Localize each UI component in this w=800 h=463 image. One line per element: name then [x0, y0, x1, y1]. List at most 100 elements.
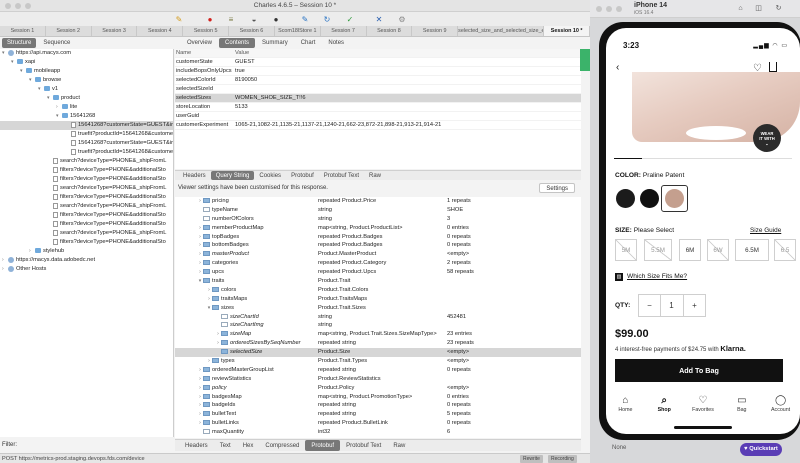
response-tab-protobuf-text[interactable]: Protobuf Text — [319, 171, 364, 180]
protobuf-row[interactable]: › memberProductMap map<string, Product.Pro… — [175, 224, 581, 233]
tree-item[interactable]: search?deviceType=PHONE&_shipFromL — [0, 229, 173, 238]
tree-item[interactable]: ▾ https://api.macys.com — [0, 49, 173, 58]
session-tab-7[interactable]: Scom18lStore 1 — [275, 26, 321, 36]
tree-item[interactable]: ▾ mobileapp — [0, 67, 173, 76]
tree-item[interactable]: truefit?productId=15641268&custome — [0, 148, 173, 157]
tree-item[interactable]: ▾ xapi — [0, 58, 173, 67]
query-param-row[interactable]: selectedSizeId — [175, 85, 581, 94]
home-icon[interactable]: ⌂ — [736, 4, 745, 13]
tab-account[interactable]: ◯ Account — [761, 391, 800, 421]
size-option-6-5m[interactable]: 6.5M — [735, 239, 769, 261]
tree-item[interactable]: › lite — [0, 103, 173, 112]
query-param-row[interactable]: userGuid — [175, 112, 581, 121]
tab-favorites[interactable]: ♡ Favorites — [684, 391, 723, 421]
protobuf-row[interactable]: › types Product.Trait.Types <empty> — [175, 357, 581, 366]
response-tab-query-string[interactable]: Query String — [210, 171, 255, 180]
format-tab-protobuf-text[interactable]: Protobuf Text — [340, 440, 387, 451]
protobuf-row[interactable]: maxQuantity int32 6 — [175, 428, 581, 437]
share-icon[interactable] — [769, 62, 777, 72]
protobuf-row[interactable]: sizeChartImg string — [175, 321, 581, 330]
protobuf-row[interactable]: numberOfColors string 3 — [175, 215, 581, 224]
broom-icon[interactable]: ✎ — [174, 14, 184, 24]
format-tab-hex[interactable]: Hex — [237, 440, 260, 451]
protobuf-row[interactable]: ▾ traits Product.Trait — [175, 277, 581, 286]
session-tab-3[interactable]: Session 3 — [92, 26, 138, 36]
tab-summary[interactable]: Summary — [256, 38, 294, 48]
color-swatch-black-1[interactable] — [616, 189, 635, 208]
turtle-icon[interactable]: ◒ — [249, 14, 259, 24]
format-tab-protobuf[interactable]: Protobuf — [305, 440, 341, 451]
tab-shop[interactable]: ⌕ Shop — [645, 391, 684, 421]
tab-structure[interactable]: Structure — [2, 38, 37, 48]
tree-item[interactable]: › Other Hosts — [0, 265, 173, 274]
protobuf-row[interactable]: › categories repeated Product.Category 2 re… — [175, 259, 581, 268]
tree-item[interactable]: › stylehub — [0, 247, 173, 256]
protobuf-row[interactable]: › upcs repeated Product.Upcs 58 repeats — [175, 268, 581, 277]
session-tab-9[interactable]: Session 8 — [367, 26, 413, 36]
protobuf-row[interactable]: › sizeMap map<string, Product.Trait.Sizes.… — [175, 330, 581, 339]
protobuf-row[interactable]: › policy Product.Policy <empty> — [175, 384, 581, 393]
color-swatch-praline[interactable] — [665, 189, 684, 208]
response-tab-cookies[interactable]: Cookies — [254, 171, 286, 180]
format-tab-compressed[interactable]: Compressed — [259, 440, 305, 451]
screenshot-icon[interactable]: ◫ — [754, 4, 763, 13]
tree-item[interactable]: filters?deviceType=PHONE&additionalSto — [0, 175, 173, 184]
session-tab-6[interactable]: Session 6 — [229, 26, 275, 36]
repeat-icon[interactable]: ↻ — [322, 14, 332, 24]
protobuf-row[interactable]: › badgesMap map<string, Product.PromotionT… — [175, 393, 581, 402]
tab-overview[interactable]: Overview — [181, 38, 218, 48]
protobuf-row[interactable]: › traitsMaps Product.TraitsMaps — [175, 295, 581, 304]
tree-item[interactable]: ▾ product — [0, 94, 173, 103]
quickstart-button[interactable]: ♥ Quickstart — [740, 443, 782, 456]
protobuf-row[interactable]: › badgeIds repeated string 0 repeats — [175, 401, 581, 410]
tree-item[interactable]: ▾ 15641268 — [0, 112, 173, 121]
protobuf-row[interactable]: › bulletLinks repeated Product.BulletLink 0… — [175, 419, 581, 428]
qty-plus-button[interactable]: + — [683, 294, 706, 317]
tree-item[interactable]: filters?deviceType=PHONE&additionalSto — [0, 220, 173, 229]
query-param-row[interactable]: storeLocation 5133 — [175, 103, 581, 112]
session-tab-8[interactable]: Session 7 — [321, 26, 367, 36]
query-param-row[interactable]: includeBopsOnlyUpcs true — [175, 67, 581, 76]
protobuf-row[interactable]: typeName string SHOE — [175, 206, 581, 215]
protobuf-row[interactable]: › colors Product.Trait.Colors — [175, 286, 581, 295]
protobuf-row[interactable]: selectedSize Product.Size <empty> — [175, 348, 581, 358]
breakpoint-icon[interactable]: ● — [271, 14, 281, 24]
tab-notes[interactable]: Notes — [322, 38, 350, 48]
tab-home[interactable]: ⌂ Home — [606, 391, 645, 421]
protobuf-row[interactable]: › masterProduct Product.MasterProduct <empt… — [175, 250, 581, 259]
throttle-icon[interactable]: ≡ — [226, 14, 236, 24]
format-tab-text[interactable]: Text — [214, 440, 237, 451]
settings-gear-icon[interactable]: ⚙ — [397, 14, 407, 24]
query-param-row[interactable]: selectedSizes WOMEN_SHOE_SIZE_T!!6 — [175, 94, 581, 103]
session-tab-2[interactable]: Session 2 — [46, 26, 92, 36]
tree-item[interactable]: search?deviceType=PHONE&_shipFromL — [0, 202, 173, 211]
record-icon[interactable]: ● — [205, 14, 215, 24]
tree-item[interactable]: › https://macys.data.adobedc.net — [0, 256, 173, 265]
protobuf-row[interactable]: ▾ sizes Product.Trait.Sizes — [175, 304, 581, 313]
protobuf-row[interactable]: › pricing repeated Product.Price 1 repeats — [175, 197, 581, 206]
response-tab-protobuf[interactable]: Protobuf — [286, 171, 319, 180]
size-option-6w[interactable]: 6W — [707, 239, 729, 261]
compose-icon[interactable]: ✎ — [300, 14, 310, 24]
tools-icon[interactable]: ✕ — [374, 14, 384, 24]
rotate-icon[interactable]: ↻ — [774, 4, 783, 13]
tree-item[interactable]: filters?deviceType=PHONE&additionalSto — [0, 166, 173, 175]
query-param-row[interactable]: customerExperiment 1065-21,1082-21,1135-2… — [175, 121, 581, 130]
favorite-heart-icon[interactable]: ♡ — [753, 63, 762, 74]
tab-sequence[interactable]: Sequence — [38, 38, 75, 48]
filter-field[interactable]: Filter: — [0, 439, 174, 451]
qty-minus-button[interactable]: − — [638, 294, 661, 317]
simulator-window-controls[interactable] — [596, 6, 622, 12]
response-tab-raw[interactable]: Raw — [364, 171, 386, 180]
settings-button[interactable]: Settings — [539, 183, 575, 193]
tree-item[interactable]: 15641268?customerState=GUEST&in — [0, 139, 173, 148]
protobuf-row[interactable]: › bulletText repeated string 5 repeats — [175, 410, 581, 419]
tree-item[interactable]: ▾ browse — [0, 76, 173, 85]
format-tab-headers[interactable]: Headers — [179, 440, 214, 451]
session-tab-10[interactable]: Session 9 — [412, 26, 459, 36]
protobuf-row[interactable]: › orderedSizesBySeqNumber repeated string 2… — [175, 339, 581, 348]
tree-item[interactable]: ▾ v1 — [0, 85, 173, 94]
tab-contents[interactable]: Contents — [219, 38, 256, 48]
session-tab-11[interactable]: selected_size_and_selected_size_err — [458, 26, 545, 36]
validate-icon[interactable]: ✓ — [345, 14, 355, 24]
